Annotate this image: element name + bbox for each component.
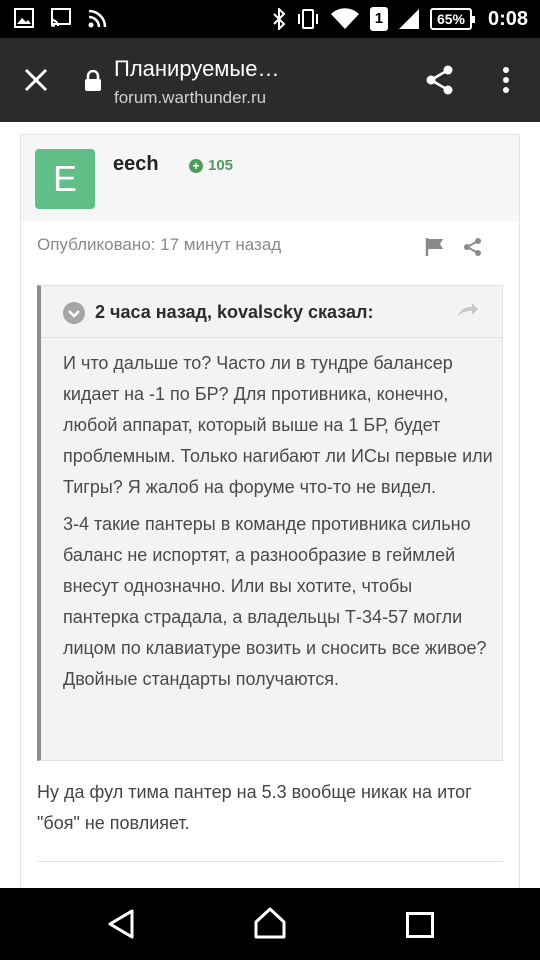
quote-body: И что дальше то? Часто ли в тундре балан… [63,348,493,695]
page-title[interactable]: Планируемые… [114,56,279,82]
quote-paragraph: И что дальше то? Часто ли в тундре балан… [63,353,493,497]
status-bar: 1 65% 0:08 [0,0,540,38]
divider [37,861,503,862]
post-header: E eech + 105 [21,135,519,221]
quote-title: 2 часа назад, kovalscky сказал: [95,302,374,322]
bluetooth-icon [273,8,286,30]
avatar[interactable]: E [35,149,95,209]
status-right-icons: 1 65% 0:08 [272,5,528,33]
quote-block: 2 часа назад, kovalscky сказал: И что да… [37,285,503,761]
plus-icon: + [189,158,203,173]
recents-icon[interactable] [406,912,434,938]
flag-icon[interactable] [425,237,445,257]
chevron-down-icon[interactable] [63,302,85,324]
author-name[interactable]: eech [113,153,159,176]
share-small-icon[interactable] [463,237,483,257]
reputation-badge: + 105 [189,157,233,174]
back-icon[interactable] [106,908,136,940]
vibrate-icon [297,9,318,29]
wifi-icon [330,8,359,29]
close-icon[interactable] [22,66,50,94]
sim-badge: 1 [369,7,388,31]
page-url[interactable]: forum.warthunder.ru [114,88,266,108]
status-left-icons [14,8,108,28]
quote-paragraph: 3-4 такие пантеры в команде противника с… [63,514,487,689]
share-icon[interactable] [424,64,456,96]
reputation-count: 105 [208,157,234,174]
clock: 0:08 [487,7,528,30]
cast-icon [51,8,71,27]
signal-icon [398,9,419,29]
rss-icon [88,9,107,28]
published-time: Опубликовано: 17 минут назад [37,235,282,254]
post-text: Ну да фул тима пантер на 5.3 вообще ника… [37,782,472,833]
reply-icon[interactable] [457,302,479,320]
web-page[interactable]: E eech + 105 Опубликовано: 17 минут наза… [0,122,540,888]
lock-icon [85,70,101,91]
image-icon [14,8,34,28]
battery-icon: 65% [429,8,475,30]
more-vert-icon[interactable] [496,66,516,94]
quote-header[interactable]: 2 часа назад, kovalscky сказал: [41,286,503,338]
forum-post: E eech + 105 Опубликовано: 17 минут наза… [20,134,520,888]
home-icon[interactable] [252,906,288,940]
browser-toolbar: Планируемые… forum.warthunder.ru [0,38,540,122]
navigation-bar [0,888,540,960]
